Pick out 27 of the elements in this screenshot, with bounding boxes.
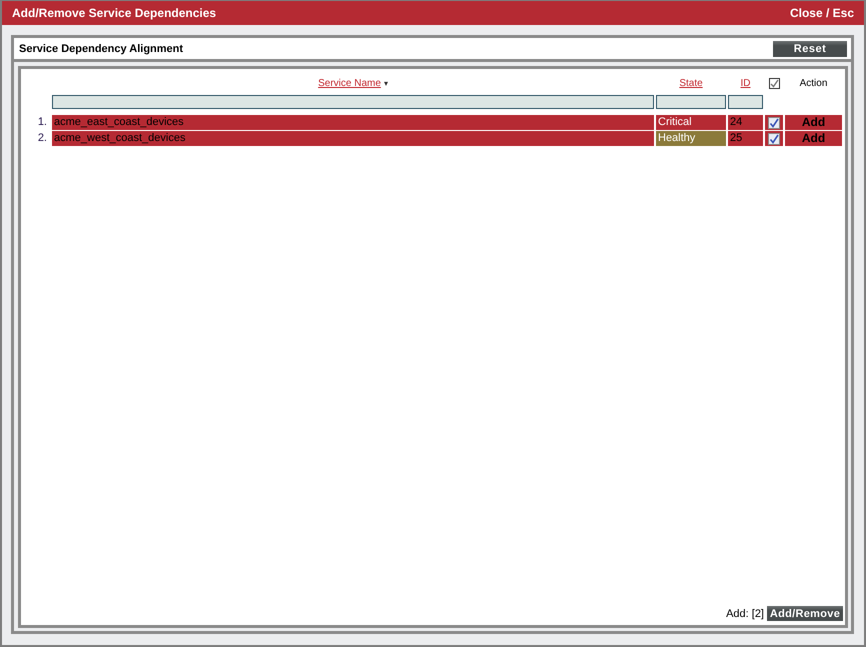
row-number: 1. xyxy=(36,115,48,130)
name-filter-field[interactable] xyxy=(52,95,654,109)
state-cell: Critical xyxy=(656,115,726,130)
service-name-cell: acme_east_coast_devices xyxy=(52,115,654,130)
select-all-checkbox[interactable] xyxy=(768,78,780,88)
id-filter-field[interactable] xyxy=(728,95,763,109)
column-header[interactable]: Service Name xyxy=(318,78,381,88)
column-header[interactable]: ID xyxy=(740,78,750,88)
id-cell: 25 xyxy=(728,131,763,146)
row-checkbox[interactable] xyxy=(768,116,780,128)
add-remove-button[interactable]: Add/Remove xyxy=(767,606,843,621)
close-link[interactable]: Close / Esc xyxy=(790,6,854,20)
row-checkbox[interactable] xyxy=(768,132,780,144)
reset-button[interactable]: Reset xyxy=(773,40,847,56)
state-filter-field[interactable] xyxy=(656,95,726,109)
state-cell: Healthy xyxy=(656,131,726,146)
row-number: 2. xyxy=(36,131,48,146)
sort-icon: ▾ xyxy=(384,78,388,88)
add-link[interactable]: Add xyxy=(785,131,842,146)
column-header[interactable]: State xyxy=(679,78,703,88)
window-title: Add/Remove Service Dependencies xyxy=(12,6,216,20)
service-name-cell: acme_west_coast_devices xyxy=(52,131,654,146)
column-header: Action xyxy=(800,78,828,88)
add-link[interactable]: Add xyxy=(785,115,842,130)
panel-title: Service Dependency Alignment xyxy=(19,42,184,54)
id-cell: 24 xyxy=(728,115,763,130)
add-count: Add: [2] xyxy=(726,608,764,620)
